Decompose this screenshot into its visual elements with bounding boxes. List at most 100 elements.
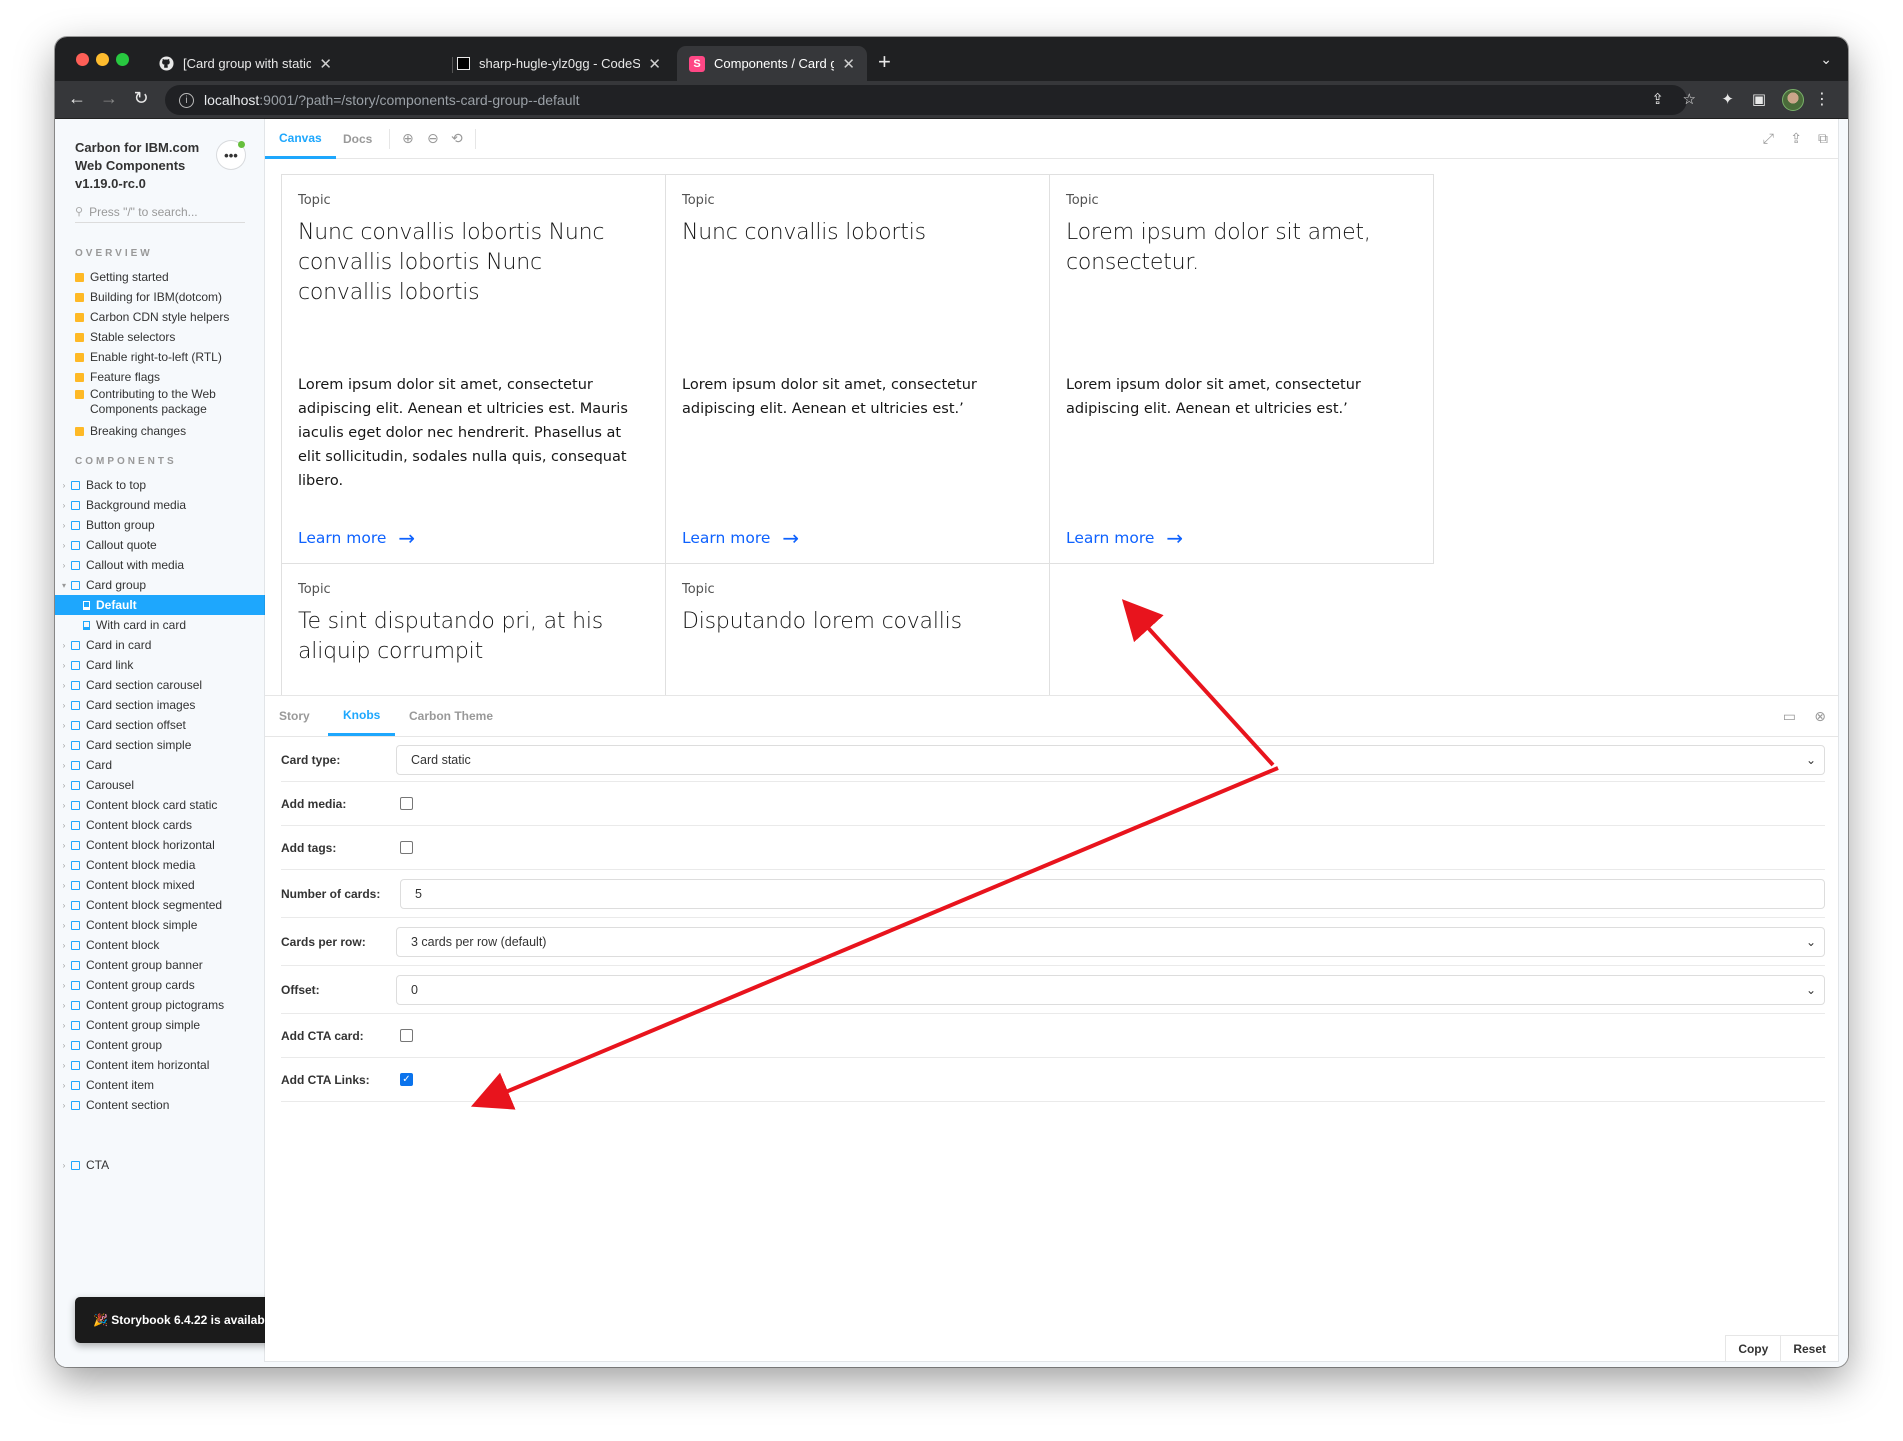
chevron-right-icon[interactable]: › (59, 1021, 69, 1030)
sidebar-item-doc[interactable]: Carbon CDN style helpers (55, 307, 265, 327)
sidebar-component-item[interactable]: › Content group banner (55, 955, 265, 975)
chevron-right-icon[interactable]: › (59, 1081, 69, 1090)
sidebar-component-item[interactable]: › Button group (55, 515, 265, 535)
update-notification[interactable]: 🎉 Storybook 6.4.22 is available! (75, 1297, 265, 1343)
sidebar-component-item[interactable]: ▾ Card group (55, 575, 265, 595)
open-new-tab-icon[interactable]: ⇪ (1790, 130, 1802, 147)
maximize-window-button[interactable] (116, 53, 129, 66)
chevron-right-icon[interactable]: › (59, 761, 69, 770)
sidebar-component-item[interactable]: › Content group simple (55, 1015, 265, 1035)
cards-per-row-select[interactable]: 3 cards per row (default) ⌄ (396, 926, 1825, 957)
chevron-right-icon[interactable]: › (59, 1001, 69, 1010)
sidebar-item-doc[interactable]: Getting started (55, 267, 265, 287)
card-cta-link[interactable]: Learn more → (1066, 526, 1183, 550)
copy-button[interactable]: Copy (1725, 1336, 1780, 1362)
chevron-right-icon[interactable]: › (59, 661, 69, 670)
sidebar-component-item[interactable]: › Content item (55, 1075, 265, 1095)
sidebar-component-item[interactable]: › Card section simple (55, 735, 265, 755)
card[interactable]: Topic Nunc convallis lobortis Nunc conva… (281, 174, 666, 564)
forward-arrow-icon[interactable]: → (98, 88, 120, 109)
sidebar-component-item[interactable]: › Content block horizontal (55, 835, 265, 855)
offset-select[interactable]: 0 ⌄ (396, 974, 1825, 1005)
sidebar-component-item[interactable]: › Card section carousel (55, 675, 265, 695)
add-tags-checkbox[interactable] (400, 841, 413, 854)
brand-title[interactable]: Carbon for IBM.com Web Components v1.19.… (75, 139, 215, 193)
reload-icon[interactable]: ↻ (130, 88, 152, 109)
sidebar-item-doc[interactable]: Breaking changes (55, 421, 265, 441)
sidebar-item-doc[interactable]: Building for IBM(dotcom) (55, 287, 265, 307)
minimize-window-button[interactable] (96, 53, 109, 66)
sidebar-component-item[interactable]: › Content block media (55, 855, 265, 875)
chevron-right-icon[interactable]: › (59, 1101, 69, 1110)
sidebar-component-item[interactable]: › Content item horizontal (55, 1055, 265, 1075)
chevron-down-icon[interactable]: ▾ (59, 581, 69, 590)
sidebar-component-item[interactable]: › Content block card static (55, 795, 265, 815)
tab-knobs[interactable]: Knobs (328, 696, 396, 736)
profile-avatar[interactable] (1782, 89, 1804, 111)
zoom-reset-icon[interactable]: ⟲ (451, 130, 463, 147)
close-tab-icon[interactable]: ✕ (842, 55, 855, 73)
close-tab-icon[interactable]: ✕ (648, 55, 661, 73)
chevron-right-icon[interactable]: › (59, 1061, 69, 1070)
chevron-right-icon[interactable]: › (59, 921, 69, 930)
sidebar-item-doc[interactable]: Stable selectors (55, 327, 265, 347)
sidebar-component-item[interactable]: › Background media (55, 495, 265, 515)
add-cta-links-checkbox[interactable]: ✓ (400, 1073, 413, 1086)
sidebar-component-item[interactable]: › Card section offset (55, 715, 265, 735)
chevron-right-icon[interactable]: › (59, 841, 69, 850)
sidebar-item-doc[interactable]: Enable right-to-left (RTL) (55, 347, 265, 367)
sidebar-component-item[interactable]: › Content section (55, 1095, 265, 1115)
close-panel-icon[interactable]: ⊗ (1814, 708, 1826, 725)
chevron-right-icon[interactable]: › (59, 741, 69, 750)
sidebar-component-item[interactable]: › Content block simple (55, 915, 265, 935)
chevron-right-icon[interactable]: › (59, 981, 69, 990)
chevron-right-icon[interactable]: › (59, 881, 69, 890)
tab-story[interactable]: Story (279, 696, 310, 736)
sidebar-component-item[interactable]: › Content block (55, 935, 265, 955)
chevron-right-icon[interactable]: › (59, 521, 69, 530)
sidepanel-icon[interactable]: ▣ (1752, 90, 1766, 108)
add-media-checkbox[interactable] (400, 797, 413, 810)
number-of-cards-input[interactable]: 5 (400, 878, 1825, 909)
chevron-right-icon[interactable]: › (59, 861, 69, 870)
sidebar-component-item[interactable]: › Carousel (55, 775, 265, 795)
chevron-right-icon[interactable]: › (59, 721, 69, 730)
sidebar-component-item[interactable]: › Content block segmented (55, 895, 265, 915)
zoom-in-icon[interactable]: ⊕ (402, 130, 414, 147)
extensions-puzzle-icon[interactable]: ✦ (1721, 90, 1734, 108)
sidebar-item-doc[interactable]: Feature flags (55, 367, 265, 387)
back-arrow-icon[interactable]: ← (66, 88, 88, 109)
chevron-right-icon[interactable]: › (59, 701, 69, 710)
panel-position-icon[interactable]: ▭ (1783, 708, 1796, 725)
chevron-right-icon[interactable]: › (59, 781, 69, 790)
chevron-right-icon[interactable]: › (59, 681, 69, 690)
sidebar-component-item[interactable]: › CTA (55, 1155, 265, 1175)
chevron-right-icon[interactable]: › (59, 1161, 69, 1170)
tab-docs[interactable]: Docs (343, 119, 372, 159)
chevron-right-icon[interactable]: › (59, 821, 69, 830)
chevron-right-icon[interactable]: › (59, 541, 69, 550)
sidebar-story-item[interactable]: With card in card (55, 615, 265, 635)
chevron-right-icon[interactable]: › (59, 501, 69, 510)
site-info-icon[interactable]: i (179, 92, 194, 108)
sidebar-component-item[interactable]: › Content group cards (55, 975, 265, 995)
bookmark-star-icon[interactable]: ☆ (1683, 90, 1696, 108)
browser-menu-icon[interactable]: ⋮ (1814, 89, 1830, 109)
chevron-right-icon[interactable]: › (59, 481, 69, 490)
sidebar-component-item[interactable]: › Callout quote (55, 535, 265, 555)
sidebar-component-item[interactable]: › Content group pictograms (55, 995, 265, 1015)
chevron-right-icon[interactable]: › (59, 561, 69, 570)
card[interactable]: Topic Disputando lorem covallis (665, 563, 1050, 695)
card-cta-link[interactable]: Learn more → (682, 526, 799, 550)
sidebar-component-item[interactable]: › Callout with media (55, 555, 265, 575)
url-field[interactable]: i localhost :9001/?path=/story/component… (165, 85, 1687, 115)
chevron-right-icon[interactable]: › (59, 941, 69, 950)
copy-link-icon[interactable]: ⧉ (1818, 130, 1828, 147)
reset-button[interactable]: Reset (1780, 1336, 1838, 1362)
sidebar-item-doc[interactable]: Contributing to the Web Components packa… (55, 387, 240, 421)
close-tab-icon[interactable]: ✕ (319, 55, 332, 73)
sidebar-component-item[interactable]: › Back to top (55, 475, 265, 495)
sidebar-component-item[interactable]: › Card (55, 755, 265, 775)
browser-tab-storybook[interactable]: S Components / Card group - Default ✕ (677, 46, 867, 81)
share-icon[interactable]: ⇪ (1651, 90, 1664, 108)
